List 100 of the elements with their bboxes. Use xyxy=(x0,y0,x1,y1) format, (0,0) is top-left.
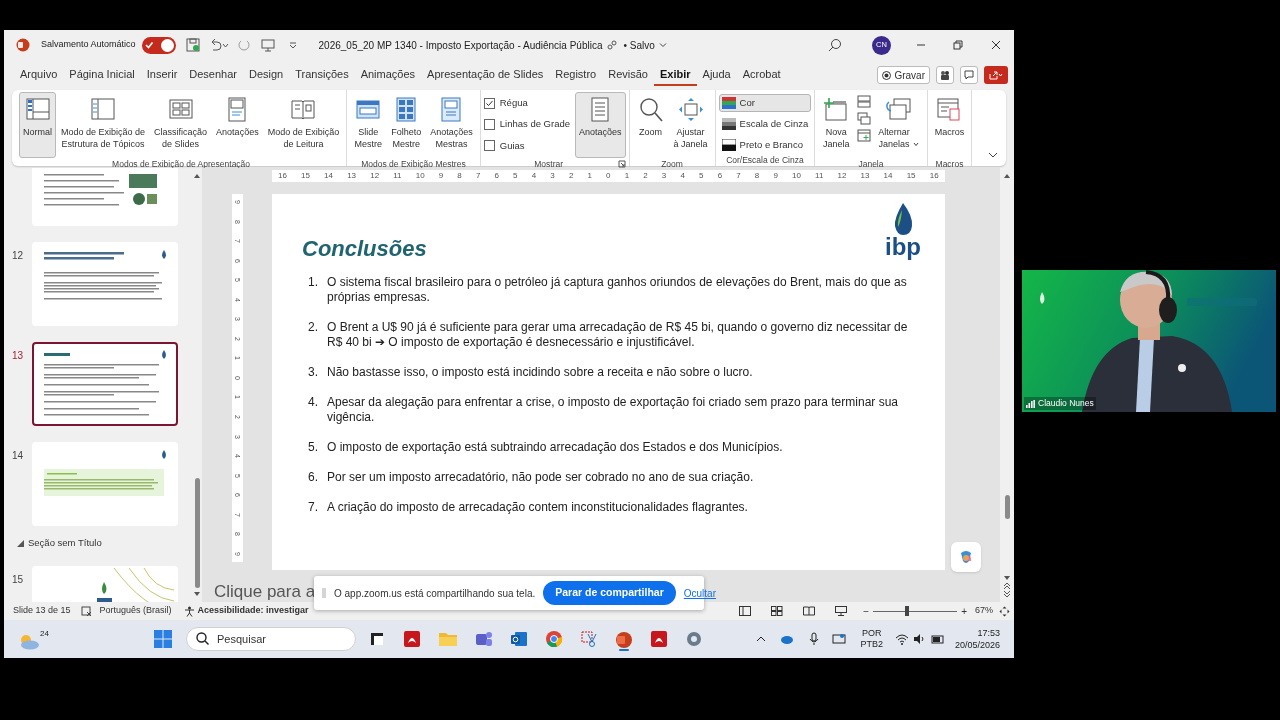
taskbar-search-field[interactable]: Pesquisar xyxy=(186,627,356,651)
ribbon-button[interactable]: Zoom xyxy=(632,92,669,158)
ribbon-button[interactable]: Ajustar à Janela xyxy=(669,92,712,158)
dialog-launcher-icon[interactable] xyxy=(617,160,626,168)
ribbon-button[interactable]: Folheto Mestre xyxy=(387,92,426,158)
slide-thumbnail[interactable] xyxy=(32,242,178,326)
hide-link[interactable]: Ocultar xyxy=(683,585,716,601)
normal-view-icon xyxy=(739,606,752,616)
zoom-in-sign[interactable]: + xyxy=(961,603,967,619)
ribbon-button[interactable]: Normal xyxy=(19,92,56,158)
menu-tab[interactable]: Desenhar xyxy=(183,64,243,86)
menu-tab[interactable]: Acrobat xyxy=(736,64,787,86)
list-number: 4. xyxy=(308,395,319,411)
fit-slide-icon xyxy=(999,605,1010,617)
ribbon-button[interactable]: Macros xyxy=(930,92,969,158)
keyboard-layout[interactable]: PTB2 xyxy=(860,639,883,650)
autosave-toggle[interactable] xyxy=(141,36,176,54)
slide-thumbnail[interactable] xyxy=(32,442,178,526)
notes-placeholder[interactable]: Clique para a xyxy=(214,582,316,602)
zoom-percent[interactable]: 67% xyxy=(975,604,993,618)
ribbon-button[interactable]: Alternar Janelas xyxy=(874,92,924,158)
arrange-all-icon xyxy=(857,95,872,108)
group-label: Zoom xyxy=(660,157,684,171)
zoom-out-sign[interactable]: − xyxy=(863,603,870,619)
pdf-icon xyxy=(403,630,421,648)
scissors-icon xyxy=(580,630,598,648)
list-number: 7. xyxy=(308,500,319,515)
section-title[interactable]: Seção sem Título xyxy=(28,536,102,551)
menu-tab[interactable]: Inserir xyxy=(140,64,184,86)
share-icon xyxy=(989,70,1003,80)
input-language[interactable]: POR xyxy=(861,628,882,639)
next-slide-icon xyxy=(1003,590,1011,598)
ribbon-button[interactable]: Modo de Exibição de Leitura xyxy=(263,92,344,158)
microphone-icon xyxy=(808,632,821,646)
menu-tab[interactable]: Exibir xyxy=(653,64,697,86)
redo-icon xyxy=(236,38,251,52)
ribbon-button[interactable]: Anotações xyxy=(212,92,263,158)
notes-toggle-icon xyxy=(80,605,92,617)
ribbon-button[interactable]: Anotações xyxy=(575,92,626,158)
temperature[interactable]: 24 xyxy=(40,628,49,640)
group-label: Modos de Exibição de Apresentação xyxy=(111,157,252,171)
slide-grid-icon xyxy=(771,606,784,616)
search-icon xyxy=(196,632,209,645)
menu-tab[interactable]: Animações xyxy=(354,64,422,86)
menu-tab[interactable]: Registro xyxy=(549,64,603,86)
color-mode-option[interactable]: Preto e Branco xyxy=(718,136,812,154)
open-book-icon xyxy=(803,606,816,616)
ribbon-button[interactable]: Nova Janela xyxy=(818,92,855,158)
document-title: 2026_05_20 MP 1340 - Imposto Exportação - Audiência Pública xyxy=(318,38,603,53)
checkbox[interactable]: Linhas de Grade xyxy=(483,117,570,132)
color-swatch-icon xyxy=(721,97,736,109)
checkbox[interactable]: Régua xyxy=(483,96,570,111)
language-status[interactable]: Português (Brasil) xyxy=(99,604,172,618)
menu-tab[interactable]: Design xyxy=(243,64,290,86)
stop-sharing-button[interactable]: Parar de compartilhar xyxy=(543,581,676,605)
menu-tab[interactable]: Página Inicial xyxy=(63,64,141,86)
clock-time[interactable]: 17:53 xyxy=(977,627,1000,639)
gear-icon xyxy=(685,630,703,648)
color-mode-option[interactable]: Cor xyxy=(718,94,812,112)
conclusion-text: Apesar da alegação para enfrentar a crise, o imposto de exportação foi criado sem prazo para terminar sua vigência. xyxy=(327,395,899,425)
outline-view-icon xyxy=(89,96,118,123)
menu-tab[interactable]: Revisão xyxy=(602,64,654,86)
checkbox[interactable]: Guias xyxy=(483,138,570,153)
menu-tab[interactable]: Transições xyxy=(289,64,355,86)
menu-tab[interactable]: Arquivo xyxy=(14,64,64,86)
mail-icon xyxy=(510,630,528,648)
ribbon-button[interactable]: Slide Mestre xyxy=(350,92,387,158)
slide-thumbnail[interactable] xyxy=(32,342,178,426)
close-icon xyxy=(990,39,1002,51)
restore-icon xyxy=(952,39,964,51)
collapse-triangle-icon[interactable] xyxy=(17,539,24,547)
scrollbar-thumb[interactable] xyxy=(1004,495,1010,519)
check-icon xyxy=(484,98,494,108)
comments-button[interactable] xyxy=(960,66,978,84)
clock-date[interactable]: 20/05/2026 xyxy=(954,639,1000,651)
presentation-icon xyxy=(260,38,275,52)
monochrome-swatch-icon xyxy=(721,139,736,151)
presentation-app-icon xyxy=(615,631,633,649)
menu-tab[interactable]: Apresentação de Slides xyxy=(421,64,550,86)
accessibility-status[interactable]: Acessibilidade: investigar xyxy=(197,604,309,618)
people-icon xyxy=(940,70,950,80)
slide-number: 12 xyxy=(12,250,24,261)
conclusion-text: Não bastasse isso, o imposto está incidindo sobre a receita e não sobre o lucro. xyxy=(327,365,754,380)
ribbon-button[interactable]: Classificação de Slides xyxy=(150,92,212,158)
menu-tab[interactable]: Ajuda xyxy=(696,64,737,86)
record-button[interactable]: Gravar xyxy=(877,66,930,84)
signal-bars-icon xyxy=(1026,399,1035,408)
cascade-icon xyxy=(857,112,872,125)
share-button[interactable] xyxy=(984,66,1008,84)
slide-title: Conclusões xyxy=(302,235,427,263)
ribbon-button[interactable]: Modo de Exibição de Estrutura de Tópicos xyxy=(57,92,150,158)
copilot-button[interactable] xyxy=(951,542,981,572)
zoom-slider-thumb[interactable] xyxy=(904,606,909,616)
scrollbar-thumb[interactable] xyxy=(194,478,200,588)
normal-view-icon xyxy=(23,96,52,123)
camera-button[interactable] xyxy=(936,66,954,84)
scroll-up-icon xyxy=(1003,172,1011,180)
save-status[interactable]: • Salvo xyxy=(623,37,667,53)
color-mode-option[interactable]: Escala de Cinza xyxy=(718,115,812,133)
ribbon-button[interactable]: Anotações Mestras xyxy=(426,92,477,158)
